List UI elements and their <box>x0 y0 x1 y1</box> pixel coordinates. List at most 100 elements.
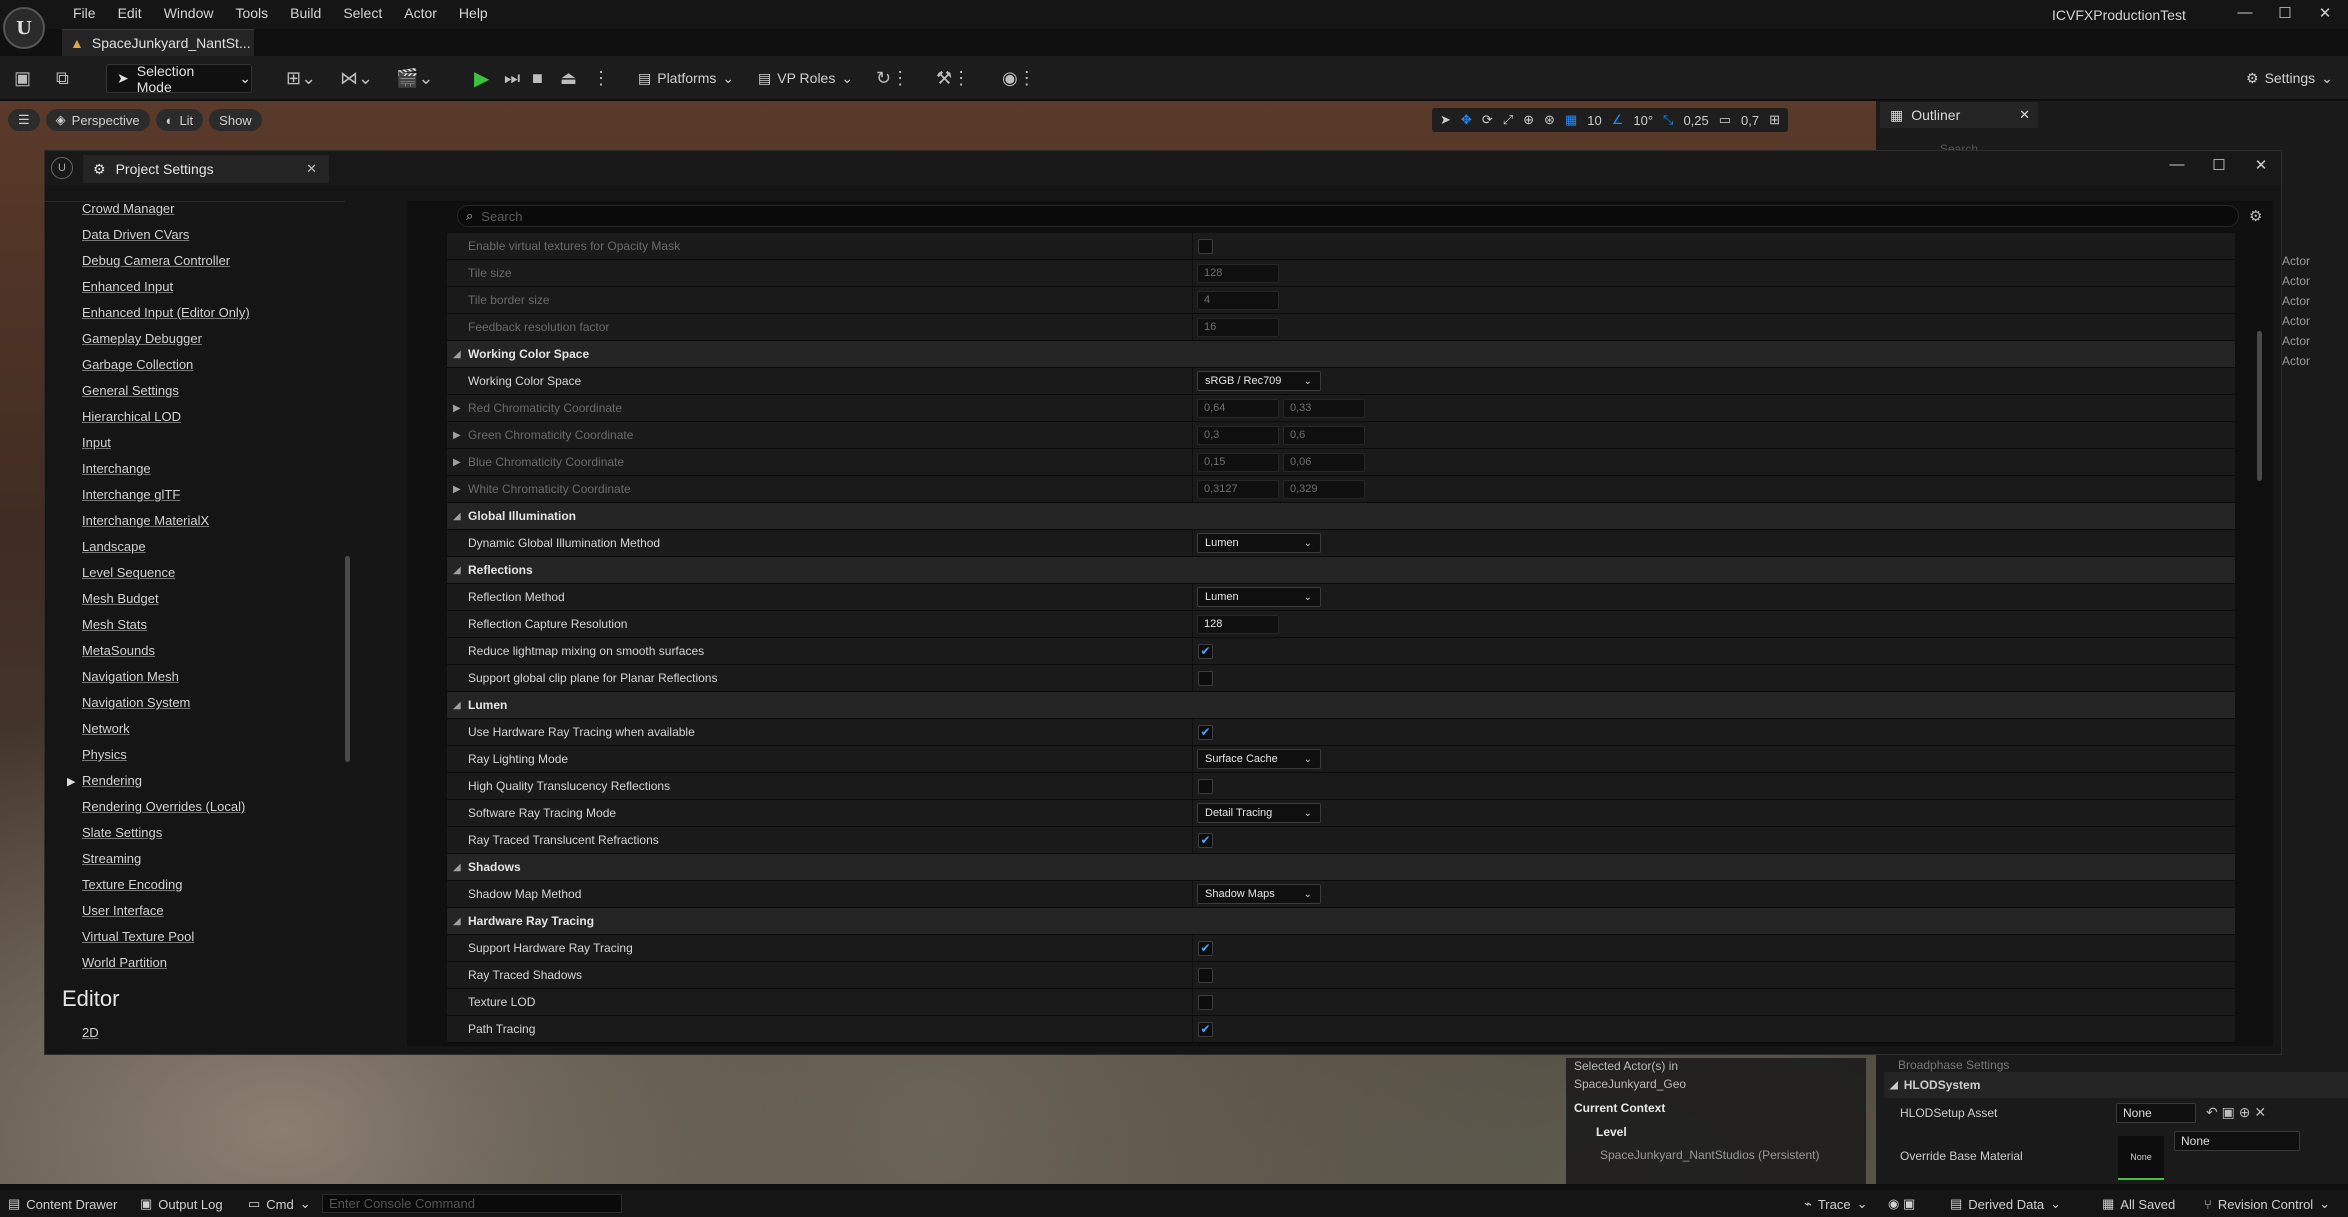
add-actor-icon[interactable]: ⊞⌄ <box>286 64 316 92</box>
hammer-icon[interactable]: ⚒⋮ <box>936 64 970 92</box>
value-field[interactable]: 0,06 <box>1283 452 1365 472</box>
close-icon[interactable]: ✕ <box>306 161 317 177</box>
record-icon[interactable]: ◉ ▣ <box>1888 1196 1915 1212</box>
sidebar-item-general-settings[interactable]: General Settings <box>82 383 179 398</box>
sidebar-scrollbar[interactable] <box>345 556 350 762</box>
sidebar-item-landscape[interactable]: Landscape <box>82 539 146 554</box>
camera-speed-icon[interactable]: ▭ <box>1719 112 1731 128</box>
settings-section-header[interactable]: ◢ Global Illumination <box>447 503 2235 530</box>
minimize-button[interactable]: — <box>2230 4 2260 21</box>
sidebar-item-rendering[interactable]: Rendering <box>82 773 142 788</box>
column-divider[interactable] <box>1192 665 1193 691</box>
eject-icon[interactable]: ⏏ <box>560 64 577 92</box>
triangle-down-icon[interactable]: ◢ <box>453 511 461 522</box>
settings-search-input[interactable]: ⌕ Search <box>457 205 2239 227</box>
details-scrollbar[interactable] <box>2257 331 2262 481</box>
rotate-tool-icon[interactable]: ⟳ <box>1482 112 1493 128</box>
all-saved-button[interactable]: ▦ All Saved <box>2102 1196 2175 1212</box>
sidebar-item-enhanced-input-editor[interactable]: Enhanced Input (Editor Only) <box>82 305 250 320</box>
setting-dropdown[interactable]: Lumen ⌄ <box>1197 587 1321 607</box>
sidebar-item-navigation-mesh[interactable]: Navigation Mesh <box>82 669 179 684</box>
close-button[interactable]: ✕ <box>2310 4 2340 22</box>
settings-section-header[interactable]: ◢ Lumen <box>447 692 2235 719</box>
camera-speed-value[interactable]: 0,7 <box>1741 113 1759 128</box>
surface-snap-icon[interactable]: ⊛ <box>1544 112 1555 128</box>
value-field[interactable]: 0,64 <box>1197 398 1279 418</box>
setting-dropdown[interactable]: sRGB / Rec709 ⌄ <box>1197 371 1321 391</box>
column-divider[interactable] <box>1192 962 1193 988</box>
vcam-icon[interactable]: ◉⋮ <box>1002 64 1036 92</box>
scale-snap-icon[interactable]: ⤡ <box>1663 112 1673 128</box>
sidebar-item-network[interactable]: Network <box>82 721 130 736</box>
sidebar-item-rendering-overrides[interactable]: Rendering Overrides (Local) <box>82 799 245 814</box>
setting-checkbox[interactable]: ✔ <box>1198 832 1213 848</box>
setting-checkbox[interactable]: ✔ <box>1198 643 1213 659</box>
show-button[interactable]: Show <box>209 109 262 131</box>
triangle-right-icon[interactable]: ▶ <box>453 430 461 441</box>
sidebar-item-texture-encoding[interactable]: Texture Encoding <box>82 877 182 892</box>
column-divider[interactable] <box>1192 989 1193 1015</box>
column-divider[interactable] <box>1192 368 1193 394</box>
value-field[interactable]: 0,3127 <box>1197 479 1279 499</box>
triangle-right-icon[interactable]: ▶ <box>453 403 461 414</box>
save-icon[interactable]: ▣ <box>14 64 31 92</box>
close-icon[interactable]: ✕ <box>2019 107 2030 123</box>
menu-help[interactable]: Help <box>448 5 499 21</box>
settings-section-header[interactable]: ◢ Shadows <box>447 854 2235 881</box>
output-log-button[interactable]: ▣ Output Log <box>140 1196 223 1212</box>
setting-checkbox[interactable]: ✔ <box>1198 1021 1213 1037</box>
setting-dropdown[interactable]: Detail Tracing ⌄ <box>1197 803 1321 823</box>
revision-control-button[interactable]: ⑂ Revision Control ⌄ <box>2204 1196 2330 1212</box>
column-divider[interactable] <box>1192 422 1193 448</box>
column-divider[interactable] <box>1192 1016 1193 1042</box>
content-drawer-button[interactable]: ▤ Content Drawer <box>8 1196 117 1212</box>
column-divider[interactable] <box>1192 800 1193 826</box>
browse-icon[interactable]: ⧉ <box>56 64 69 92</box>
setting-dropdown[interactable]: Shadow Maps ⌄ <box>1197 884 1321 904</box>
expand-arrow-icon[interactable]: ▶ <box>67 775 75 788</box>
sidebar-item-navigation-system[interactable]: Navigation System <box>82 695 190 710</box>
selection-mode-dropdown[interactable]: ➤ Selection Mode ⌄ <box>106 63 252 95</box>
sidebar-item-input[interactable]: Input <box>82 435 111 450</box>
gear-icon[interactable]: ⚙ <box>2249 207 2262 225</box>
level-tab[interactable]: ▲ SpaceJunkyard_NantSt... <box>62 29 254 56</box>
hlod-system-section[interactable]: ◢ HLODSystem <box>1884 1072 2348 1098</box>
menu-actor[interactable]: Actor <box>393 5 448 21</box>
setting-checkbox[interactable] <box>1198 670 1213 686</box>
sidebar-item-level-sequence[interactable]: Level Sequence <box>82 565 175 580</box>
sidebar-item-user-interface[interactable]: User Interface <box>82 903 164 918</box>
column-divider[interactable] <box>1192 773 1193 799</box>
maximize-button[interactable]: ☐ <box>2270 4 2300 22</box>
column-divider[interactable] <box>1192 449 1193 475</box>
asset-actions-icons[interactable]: ↶ ▣ ⊕ ✕ <box>2206 1104 2266 1121</box>
column-divider[interactable] <box>1192 719 1193 745</box>
perspective-button[interactable]: ◈ Perspective <box>45 109 150 131</box>
blueprint-icon[interactable]: ⋈⌄ <box>340 64 373 92</box>
layout-icon[interactable]: ⊞ <box>1769 112 1780 128</box>
setting-checkbox[interactable] <box>1198 778 1213 794</box>
triangle-right-icon[interactable]: ▶ <box>453 457 461 468</box>
sidebar-item-gameplay-debugger[interactable]: Gameplay Debugger <box>82 331 202 346</box>
settings-section-header[interactable]: ◢ Working Color Space <box>447 341 2235 368</box>
setting-checkbox[interactable]: ✔ <box>1198 940 1213 956</box>
value-field[interactable]: 0,33 <box>1283 398 1365 418</box>
sidebar-item-streaming[interactable]: Streaming <box>82 851 141 866</box>
sidebar-item-garbage-collection[interactable]: Garbage Collection <box>82 357 193 372</box>
select-tool-icon[interactable]: ➤ <box>1440 112 1451 128</box>
settings-section-header[interactable]: ◢ Reflections <box>447 557 2235 584</box>
column-divider[interactable] <box>1192 611 1193 637</box>
setting-checkbox[interactable] <box>1198 994 1213 1010</box>
sidebar-item-debug-camera[interactable]: Debug Camera Controller <box>82 253 230 268</box>
sidebar-item-slate-settings[interactable]: Slate Settings <box>82 825 162 840</box>
grid-snap-icon[interactable]: ▦ <box>1565 112 1577 128</box>
column-divider[interactable] <box>1192 746 1193 772</box>
column-divider[interactable] <box>1192 314 1193 340</box>
column-divider[interactable] <box>1192 638 1193 664</box>
column-divider[interactable] <box>1192 584 1193 610</box>
column-divider[interactable] <box>1192 530 1193 556</box>
triangle-right-icon[interactable]: ▶ <box>453 484 461 495</box>
platforms-button[interactable]: ▤ Platforms ⌄ <box>638 64 734 92</box>
minimize-button[interactable]: — <box>2165 156 2189 173</box>
sidebar-item-mesh-budget[interactable]: Mesh Budget <box>82 591 159 606</box>
grid-snap-value[interactable]: 10 <box>1587 113 1601 128</box>
